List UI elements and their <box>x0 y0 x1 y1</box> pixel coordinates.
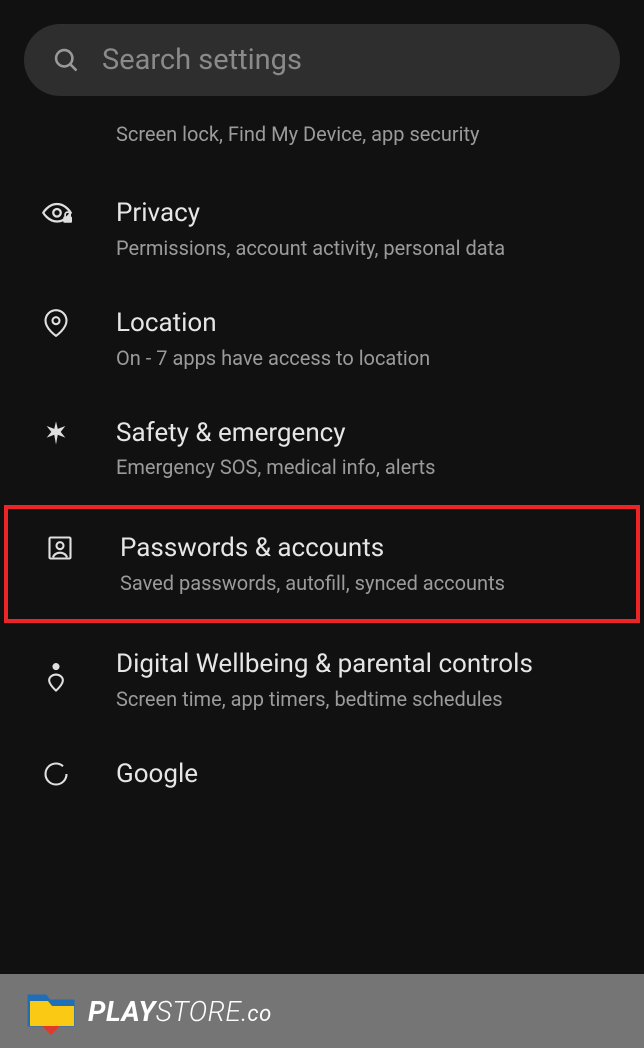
folder-icon <box>24 987 78 1035</box>
settings-item-location[interactable]: Location On - 7 apps have access to loca… <box>0 284 644 394</box>
item-title: Passwords & accounts <box>120 532 612 566</box>
google-icon <box>42 760 70 788</box>
search-placeholder: Search settings <box>102 43 302 77</box>
item-subtitle: Screen time, app timers, bedtime schedul… <box>116 686 620 712</box>
settings-item-security-partial[interactable]: Screen lock, Find My Device, app securit… <box>0 116 644 174</box>
settings-item-privacy[interactable]: Privacy Permissions, account activity, p… <box>0 174 644 284</box>
item-title: Location <box>116 307 620 341</box>
settings-item-safety[interactable]: Safety & emergency Emergency SOS, medica… <box>0 394 644 504</box>
settings-item-passwords-accounts[interactable]: Passwords & accounts Saved passwords, au… <box>4 505 640 623</box>
item-subtitle: Emergency SOS, medical info, alerts <box>116 454 620 480</box>
settings-item-digital-wellbeing[interactable]: Digital Wellbeing & parental controls Sc… <box>0 625 644 735</box>
account-box-icon <box>46 534 74 562</box>
search-bar[interactable]: Search settings <box>24 24 620 96</box>
item-title: Google <box>116 758 620 792</box>
location-pin-icon <box>42 309 70 337</box>
item-subtitle: Saved passwords, autofill, synced accoun… <box>120 570 612 596</box>
asterisk-icon <box>42 419 70 447</box>
item-title: Digital Wellbeing & parental controls <box>116 648 620 682</box>
footer-watermark: PLAYSTORE.co <box>0 974 644 1048</box>
item-title: Privacy <box>116 197 620 231</box>
footer-brand-text: PLAYSTORE.co <box>88 995 272 1028</box>
search-icon <box>52 46 80 74</box>
eye-lock-icon <box>42 199 72 229</box>
wellbeing-icon <box>42 662 70 694</box>
item-subtitle: Screen lock, Find My Device, app securit… <box>116 122 480 146</box>
settings-list: Screen lock, Find My Device, app securit… <box>0 108 644 796</box>
item-subtitle: On - 7 apps have access to location <box>116 345 620 371</box>
item-subtitle: Permissions, account activity, personal … <box>116 235 620 261</box>
item-title: Safety & emergency <box>116 417 620 451</box>
settings-item-google-partial[interactable]: Google <box>0 735 644 796</box>
playstore-logo: PLAYSTORE.co <box>24 987 272 1035</box>
